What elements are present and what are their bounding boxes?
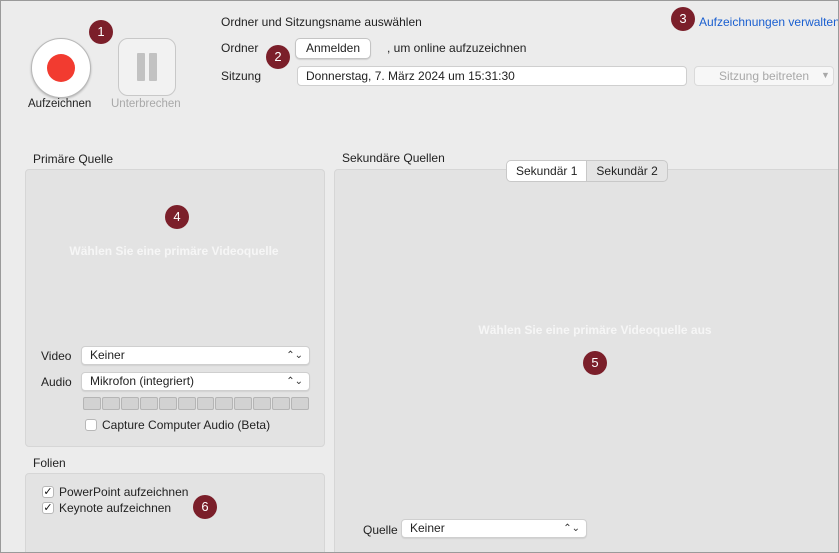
source-select-value: Keiner [410, 521, 445, 535]
pause-label: Unterbrechen [111, 98, 181, 110]
audio-level-segment [253, 397, 272, 410]
record-button[interactable] [31, 38, 91, 98]
app-window: Aufzeichnen Unterbrechen Ordner und Sitz… [0, 0, 839, 553]
source-label: Quelle [363, 523, 398, 537]
pause-icon [137, 53, 145, 81]
join-session-label: Sitzung beitreten [719, 69, 810, 83]
audio-level-meter [83, 397, 310, 410]
session-label: Sitzung [221, 69, 262, 83]
audio-level-segment [158, 397, 177, 410]
audio-level-segment [196, 397, 215, 410]
chevron-up-down-icon: ⌃⌄ [563, 523, 580, 534]
secondary-tab-bar: Sekundär 1 Sekundär 2 [506, 160, 668, 182]
callout-badge-3: 3 [671, 7, 695, 31]
audio-level-segment [177, 397, 196, 410]
callout-badge-4: 4 [165, 205, 189, 229]
powerpoint-label: PowerPoint aufzeichnen [59, 485, 189, 499]
capture-audio-checkbox[interactable] [85, 419, 97, 431]
video-select-value: Keiner [90, 348, 125, 362]
audio-level-segment [139, 397, 158, 410]
slides-title: Folien [33, 456, 66, 470]
audio-level-segment [215, 397, 234, 410]
audio-level-segment [272, 397, 291, 410]
powerpoint-checkbox[interactable]: ✓ [42, 486, 54, 498]
tab-secondary-1[interactable]: Sekundär 1 [507, 161, 588, 181]
primary-source-title: Primäre Quelle [33, 152, 114, 166]
audio-label: Audio [41, 375, 72, 389]
audio-level-segment [83, 397, 101, 410]
audio-select[interactable]: Mikrofon (integriert) ⌃⌄ [81, 372, 310, 391]
pause-button[interactable] [118, 38, 176, 96]
keynote-label: Keynote aufzeichnen [59, 501, 172, 515]
chevron-up-down-icon: ⌃⌄ [286, 376, 303, 387]
login-button[interactable]: Anmelden [295, 38, 371, 59]
checkmark-icon: ✓ [43, 502, 53, 514]
audio-level-segment [291, 397, 310, 410]
video-select[interactable]: Keiner ⌃⌄ [81, 346, 310, 365]
video-label: Video [41, 349, 72, 363]
chevron-down-icon: ▼ [821, 70, 830, 80]
callout-badge-6: 6 [193, 495, 217, 519]
join-session-button[interactable]: Sitzung beitreten ▼ [694, 66, 834, 86]
online-hint: , um online aufzuzeichnen [387, 41, 527, 55]
session-name-input[interactable]: Donnerstag, 7. März 2024 um 15:31:30 [297, 66, 687, 86]
manage-recordings-link[interactable]: Aufzeichnungen verwalten [699, 15, 838, 29]
record-label: Aufzeichnen [28, 98, 92, 110]
source-select[interactable]: Keiner ⌃⌄ [401, 519, 587, 538]
secondary-sources-title: Sekundäre Quellen [342, 151, 445, 165]
folder-label: Ordner [221, 41, 259, 55]
audio-level-segment [101, 397, 120, 410]
primary-source-placeholder: Wählen Sie eine primäre Videoquelle [69, 244, 279, 258]
pause-icon-bar [149, 53, 157, 81]
audio-level-segment [234, 397, 253, 410]
secondary-source-placeholder: Wählen Sie eine primäre Videoquelle aus [478, 323, 712, 337]
callout-badge-1: 1 [89, 20, 113, 44]
callout-badge-5: 5 [583, 351, 607, 375]
chevron-up-down-icon: ⌃⌄ [286, 350, 303, 361]
record-dot-icon [47, 54, 75, 82]
folder-session-heading: Ordner und Sitzungsname auswählen [221, 15, 422, 29]
capture-audio-label: Capture Computer Audio (Beta) [102, 418, 271, 432]
callout-badge-2: 2 [266, 45, 290, 69]
keynote-checkbox[interactable]: ✓ [42, 502, 54, 514]
audio-level-segment [120, 397, 139, 410]
audio-select-value: Mikrofon (integriert) [90, 374, 195, 388]
checkmark-icon: ✓ [43, 486, 53, 498]
tab-secondary-2[interactable]: Sekundär 2 [587, 161, 666, 181]
